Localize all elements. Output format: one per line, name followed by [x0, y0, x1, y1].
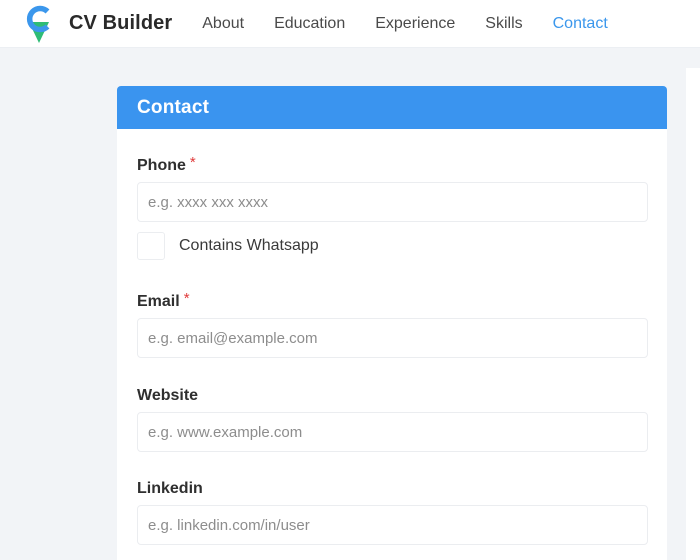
required-mark: * — [183, 290, 190, 307]
website-input[interactable] — [137, 412, 648, 452]
card-header: Contact — [117, 86, 667, 129]
nav-link-contact[interactable]: Contact — [553, 15, 608, 33]
nav-link-education[interactable]: Education — [274, 15, 345, 33]
nav-link-about[interactable]: About — [202, 15, 244, 33]
nav-links: About Education Experience Skills Contac… — [202, 0, 638, 48]
website-label: Website — [137, 387, 199, 404]
card-title: Contact — [137, 96, 210, 118]
map-pin-logo-icon — [26, 5, 50, 43]
whatsapp-label[interactable]: Contains Whatsapp — [179, 237, 319, 255]
top-navbar: CV Builder About Education Experience Sk… — [0, 0, 700, 48]
brand-name: CV Builder — [69, 12, 173, 34]
linkedin-label: Linkedin — [137, 480, 203, 497]
linkedin-input[interactable] — [137, 505, 648, 545]
phone-input[interactable] — [137, 182, 648, 222]
whatsapp-option: Contains Whatsapp — [137, 232, 319, 260]
email-label-text: Email — [137, 293, 180, 310]
contact-card: Contact Phone* Contains Whatsapp Email* … — [117, 86, 667, 560]
phone-label-text: Phone — [137, 157, 186, 174]
nav-link-skills[interactable]: Skills — [485, 15, 522, 33]
linkedin-field-group: Linkedin — [137, 479, 648, 545]
website-field-group: Website — [137, 386, 648, 452]
whatsapp-checkbox[interactable] — [137, 232, 165, 260]
email-field-group: Email * — [137, 290, 648, 358]
email-input[interactable] — [137, 318, 648, 358]
brand[interactable]: CV Builder — [26, 0, 172, 48]
right-side-panel — [686, 68, 700, 560]
phone-field-group: Phone * — [137, 154, 648, 222]
email-label: Email * — [137, 290, 648, 312]
nav-link-experience[interactable]: Experience — [375, 15, 455, 33]
phone-label: Phone * — [137, 154, 648, 176]
required-mark: * — [189, 154, 196, 171]
